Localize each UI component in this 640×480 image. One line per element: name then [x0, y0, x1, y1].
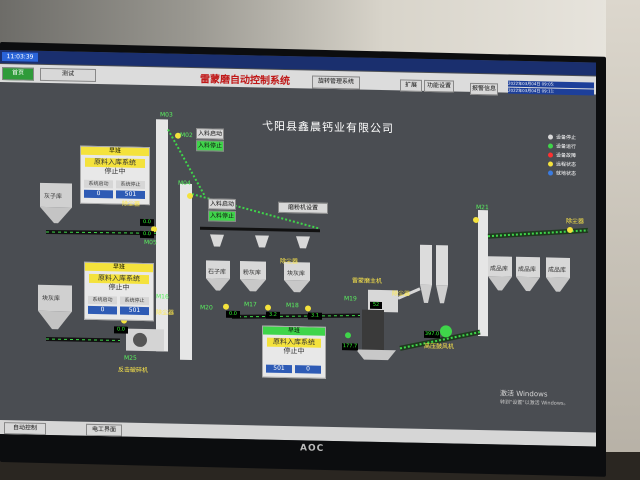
value-display: 3.1 — [308, 312, 322, 320]
wall — [606, 0, 640, 460]
crusher-label: 反击破碎机 — [118, 366, 149, 375]
panel-header: 早班 — [85, 262, 153, 273]
process-diagram — [38, 119, 589, 361]
dust-collector-label: 除尘器 — [392, 290, 411, 298]
fan-icon — [440, 325, 452, 338]
control-panel-2: 早班 原料入库系统 停止中 系统启动 系统停止 0 501 — [84, 261, 154, 322]
value-display: 0.0 — [114, 326, 128, 334]
small-hopper — [210, 234, 310, 249]
panel-status: 停止中 — [283, 346, 305, 356]
motor-label: M16 — [156, 293, 169, 301]
bucket-elevator-1 — [156, 119, 168, 352]
motor-label: M20 — [200, 304, 213, 312]
silo-label: 成品库 — [490, 265, 509, 273]
silo-label: 石子库 — [208, 268, 227, 276]
motor-label: M04 — [178, 179, 191, 187]
motor-label: M02 — [180, 131, 193, 140]
value-display: 3.2 — [266, 311, 280, 319]
feed-start-button-2[interactable]: 入料启动 — [208, 198, 236, 210]
dust-collector-label: 除尘器 — [280, 257, 299, 266]
value-display: 52 — [370, 301, 382, 310]
value-display: 0.0 — [140, 230, 154, 239]
mill-label: 雷蒙磨主机 — [352, 277, 383, 286]
count-a: 0 — [88, 305, 117, 315]
silo-label: 成品库 — [518, 265, 537, 274]
count-b: 0 — [295, 365, 321, 374]
dust-collector-label: 除尘器 — [156, 309, 175, 317]
silo-label: 成品库 — [548, 266, 567, 274]
motor-label: M21 — [476, 203, 489, 212]
bucket-elevator-3 — [478, 210, 488, 337]
panel-status: 停止中 — [104, 167, 126, 176]
value-display: 0.0 — [226, 310, 240, 319]
crusher-machine — [126, 328, 164, 352]
count-a: 501 — [266, 364, 292, 374]
monitor-brand: AOC — [300, 443, 325, 454]
dust-collector-label: 除尘器 — [566, 217, 585, 226]
mode-b[interactable]: 系统停止 — [116, 180, 145, 190]
dust-collector-label: 除尘器 — [122, 200, 141, 208]
silo-label: 灰子库 — [44, 192, 63, 201]
silo-finished-3 — [546, 257, 570, 292]
auto-control-button[interactable]: 自动控制 — [4, 422, 46, 435]
motor-label: M25 — [124, 354, 137, 362]
feed-stop-button[interactable]: 入料停止 — [196, 140, 224, 152]
panel-header: 早班 — [81, 146, 149, 157]
silo-label: 粉灰库 — [243, 269, 262, 277]
control-panel-1: 早班 原料入库系统 停止中 系统启动 系统停止 0 501 — [80, 145, 150, 206]
blower-label: 高压鼓风机 — [424, 342, 455, 351]
silo-finished-2 — [516, 256, 540, 292]
silo-ash — [40, 182, 72, 224]
value-display: 397.0 — [424, 330, 440, 339]
mill-settings-button[interactable]: 磨粉机设置 — [278, 201, 328, 214]
control-panel-3: 早班 原料入库系统 停止中 501 0 — [262, 325, 326, 379]
motor-label: M19 — [344, 295, 357, 303]
count-a: 0 — [84, 189, 113, 199]
bucket-elevator-2 — [180, 183, 192, 361]
panel-header: 早班 — [263, 326, 325, 336]
scada-screen: 11:03:39 首页 测试 雷蒙磨自动控制系统 旋转管理系统 扩展 功能设置 … — [0, 50, 596, 447]
value-display: 177.7 — [342, 343, 358, 351]
motor-label: M03 — [160, 111, 173, 119]
motor-label: M18 — [286, 301, 299, 310]
activation-watermark-text: 转到"设置"以激活 Windows。 — [500, 399, 569, 407]
silo-lump — [38, 284, 72, 330]
panel-status: 停止中 — [108, 283, 130, 292]
mode-a[interactable]: 系统启动 — [84, 179, 113, 189]
raymond-mill — [356, 287, 421, 361]
silo-label: 块灰库 — [42, 294, 61, 303]
motor-label: M05 — [144, 239, 157, 247]
electrician-button[interactable]: 电工界面 — [86, 423, 122, 437]
feed-stop-button-2[interactable]: 入料停止 — [208, 210, 236, 222]
mode-a[interactable]: 系统启动 — [88, 295, 117, 305]
cyclones — [420, 244, 448, 304]
silo-label: 块灰库 — [287, 270, 306, 278]
value-display: 0.0 — [140, 218, 154, 227]
mode-b[interactable]: 系统停止 — [120, 296, 149, 306]
silo-finished-1 — [488, 256, 512, 291]
count-b: 501 — [120, 306, 149, 316]
motor-label: M17 — [244, 301, 257, 309]
feed-start-button[interactable]: 入料启动 — [196, 128, 224, 140]
